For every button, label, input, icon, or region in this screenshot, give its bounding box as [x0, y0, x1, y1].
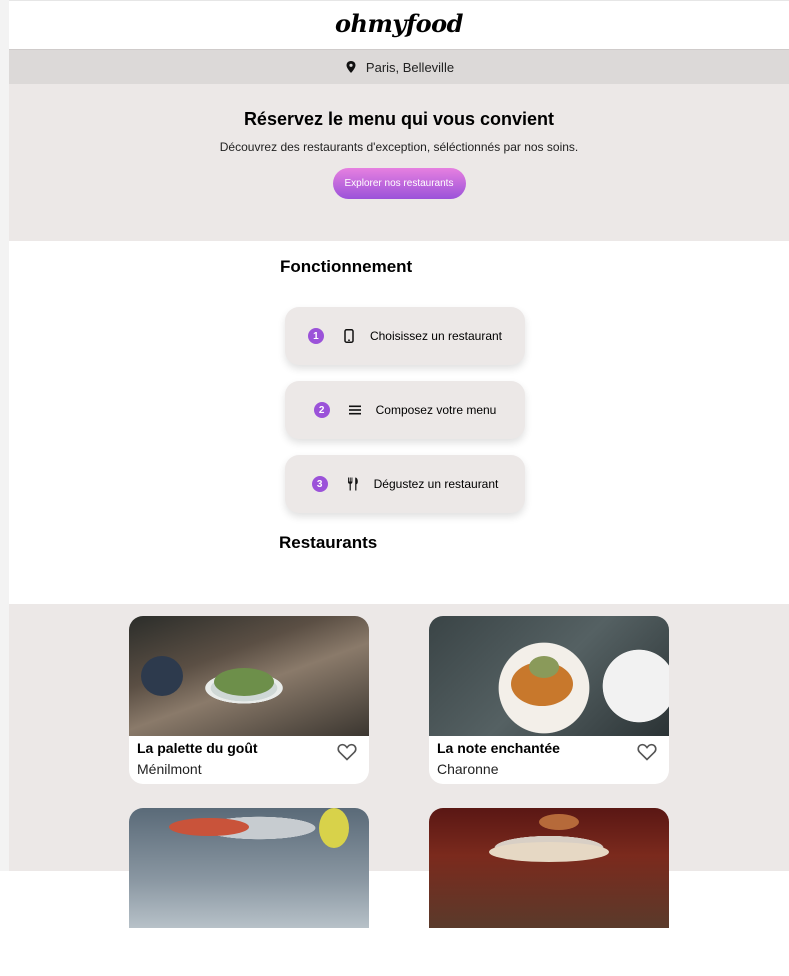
hero-subtitle: Découvrez des restaurants d'exception, s… [219, 140, 579, 154]
how-it-works-section: Fonctionnement 1 Choisissez un restauran… [9, 241, 789, 603]
explore-restaurants-button[interactable]: Explorer nos restaurants [332, 168, 466, 199]
restaurant-card[interactable]: La palette du goût Ménilmont [129, 616, 369, 784]
restaurant-name: La note enchantée [437, 740, 560, 756]
phone-icon [342, 329, 356, 343]
step-taste[interactable]: 3 Dégustez un restaurant [285, 455, 525, 513]
restaurant-area: Ménilmont [137, 761, 202, 777]
how-title: Fonctionnement [280, 257, 413, 276]
restaurants-section: La palette du goût Ménilmont La note enc… [9, 604, 789, 976]
step-choose-restaurant[interactable]: 1 Choisissez un restaurant [285, 307, 525, 365]
heart-icon[interactable] [337, 743, 357, 761]
header: ohmyfood [9, 0, 789, 49]
step-number: 2 [313, 402, 330, 418]
restaurant-photo [429, 616, 669, 736]
hero-title: Réservez le menu qui vous convient [243, 109, 555, 129]
logo[interactable]: ohmyfood [335, 9, 463, 38]
step-number: 3 [311, 476, 328, 492]
restaurant-card[interactable] [429, 808, 669, 976]
restaurant-name: La palette du goût [137, 740, 258, 756]
step-compose-menu[interactable]: 2 Composez votre menu [285, 381, 525, 439]
step-label: Dégustez un restaurant [373, 477, 499, 491]
page: ohmyfood Paris, Belleville Réservez le m… [9, 0, 789, 976]
left-edge [0, 0, 9, 871]
restaurant-photo [129, 616, 369, 736]
list-icon [348, 403, 362, 417]
restaurant-area: Charonne [437, 761, 499, 777]
restaurant-card[interactable] [129, 808, 369, 976]
location-text: Paris, Belleville [365, 59, 455, 75]
map-pin-icon [344, 60, 358, 74]
step-number: 1 [307, 328, 324, 344]
utensils-icon [346, 477, 360, 491]
restaurant-photo [429, 808, 669, 928]
step-label: Choisissez un restaurant [369, 329, 503, 343]
heart-icon[interactable] [637, 743, 657, 761]
restaurant-card[interactable]: La note enchantée Charonne [429, 616, 669, 784]
location-bar: Paris, Belleville [9, 49, 789, 84]
restaurants-title: Restaurants [279, 533, 378, 552]
step-label: Composez votre menu [375, 403, 497, 417]
hero: Réservez le menu qui vous convient Décou… [9, 84, 789, 241]
restaurant-photo [129, 808, 369, 928]
